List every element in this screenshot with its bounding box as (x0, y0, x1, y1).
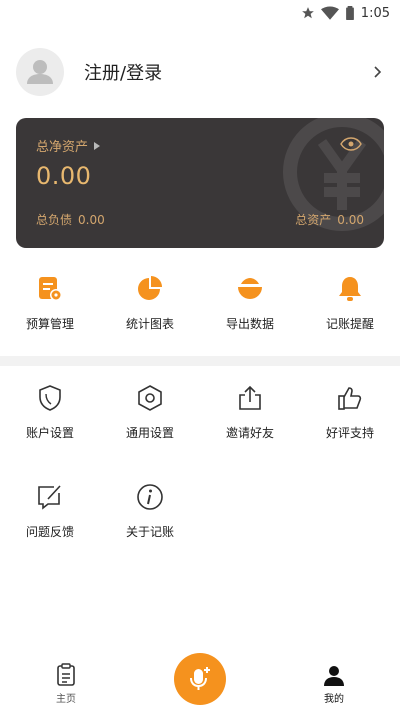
budget-management-label: 预算管理 (25, 317, 74, 331)
caret-right-icon (94, 141, 101, 150)
feedback-button[interactable]: 问题反馈 (0, 481, 100, 540)
bell-icon (334, 273, 366, 305)
invite-friends-button[interactable]: 邀请好友 (200, 382, 300, 441)
total-assets-row: 总资产 0.00 (295, 211, 364, 228)
invite-friends-label: 邀请好友 (225, 426, 274, 440)
about-label: 关于记账 (125, 525, 174, 539)
account-settings-button[interactable]: 账户设置 (0, 382, 100, 441)
thumbs-up-icon (334, 382, 366, 414)
statistics-chart-button[interactable]: 统计图表 (100, 273, 200, 332)
account-settings-label: 账户设置 (25, 426, 74, 440)
eye-toggle-icon[interactable] (340, 137, 362, 151)
login-register-text[interactable]: 注册/登录 (84, 59, 370, 85)
export-data-button[interactable]: 导出数据 (200, 273, 300, 332)
nav-mine[interactable]: 我的 (308, 663, 360, 705)
asset-summary-card[interactable]: 总净资产 0.00 总负债 0.00 总资产 0.00 (16, 118, 384, 248)
about-button[interactable]: 关于记账 (100, 481, 200, 540)
feedback-icon (34, 481, 66, 513)
share-icon (234, 382, 266, 414)
pie-chart-icon (134, 273, 166, 305)
statistics-chart-label: 统计图表 (125, 317, 174, 331)
net-assets-value: 0.00 (36, 162, 92, 190)
status-time: 1:05 (360, 5, 390, 21)
net-assets-label: 总净资产 (36, 136, 101, 155)
info-icon (134, 481, 166, 513)
section-divider (0, 356, 400, 366)
settings-grid-row1: 账户设置 通用设置 邀请好友 好评支持 (0, 382, 400, 441)
total-assets-value: 0.00 (337, 213, 364, 227)
budget-icon (34, 273, 66, 305)
clipboard-icon (57, 663, 75, 686)
liabilities-row: 总负债 0.00 (36, 211, 105, 228)
nav-home[interactable]: 主页 (40, 663, 92, 705)
rate-support-button[interactable]: 好评支持 (300, 382, 400, 441)
voice-record-button[interactable] (174, 653, 226, 705)
person-icon (324, 666, 344, 686)
reminder-label: 记账提醒 (325, 317, 374, 331)
export-icon (234, 273, 266, 305)
battery-icon (345, 6, 354, 20)
star-icon (301, 7, 314, 19)
export-data-label: 导出数据 (225, 317, 274, 331)
profile-login-row[interactable]: 注册/登录 (16, 46, 384, 98)
shield-icon (34, 382, 66, 414)
total-assets-label: 总资产 (295, 213, 332, 227)
user-avatar-icon (16, 48, 64, 96)
nav-mine-label: 我的 (324, 694, 344, 705)
budget-management-button[interactable]: 预算管理 (0, 273, 100, 332)
general-settings-label: 通用设置 (125, 426, 174, 440)
reminder-button[interactable]: 记账提醒 (300, 273, 400, 332)
wifi-icon (320, 6, 339, 20)
hexagon-settings-icon (134, 382, 166, 414)
chevron-right-icon (374, 66, 382, 78)
feedback-label: 问题反馈 (25, 525, 74, 539)
nav-home-label: 主页 (56, 694, 76, 705)
status-bar: 1:05 (0, 0, 400, 26)
primary-feature-grid: 预算管理 统计图表 导出数据 记账提醒 (0, 273, 400, 332)
general-settings-button[interactable]: 通用设置 (100, 382, 200, 441)
microphone-add-icon (190, 667, 210, 690)
rate-support-label: 好评支持 (325, 426, 374, 440)
liabilities-label: 总负债 (36, 213, 73, 227)
settings-grid-row2: 问题反馈 关于记账 (0, 481, 400, 540)
liabilities-value: 0.00 (78, 213, 105, 227)
